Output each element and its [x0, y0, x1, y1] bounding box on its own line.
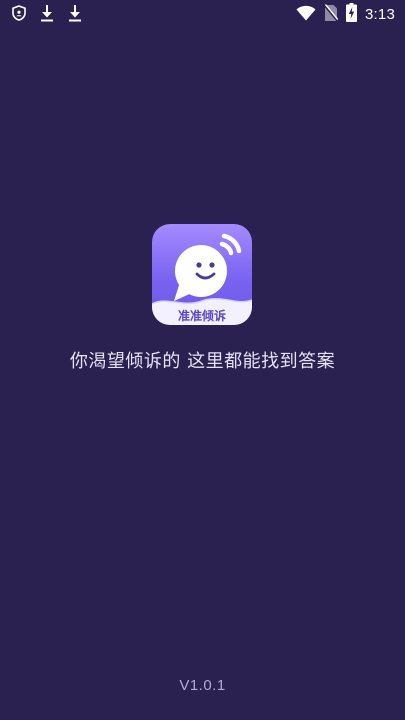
chat-bubble-logo-icon: 准准倾诉 — [152, 233, 252, 325]
status-time: 3:13 — [365, 6, 395, 23]
status-bar: 3:13 — [0, 0, 405, 28]
download-icon — [68, 4, 82, 26]
no-sim-icon — [323, 3, 339, 26]
version-label: V1.0.1 — [179, 677, 226, 694]
app-logo-text: 准准倾诉 — [178, 308, 226, 323]
wifi-icon — [296, 5, 316, 25]
status-bar-right: 3:13 — [296, 3, 395, 26]
status-bar-left — [12, 4, 82, 26]
tagline: 你渴望倾诉的 这里都能找到答案 — [69, 351, 336, 372]
battery-charging-icon — [346, 3, 357, 26]
app-logo: 准准倾诉 — [152, 224, 252, 325]
shield-icon — [12, 5, 26, 25]
download-icon — [40, 4, 54, 26]
